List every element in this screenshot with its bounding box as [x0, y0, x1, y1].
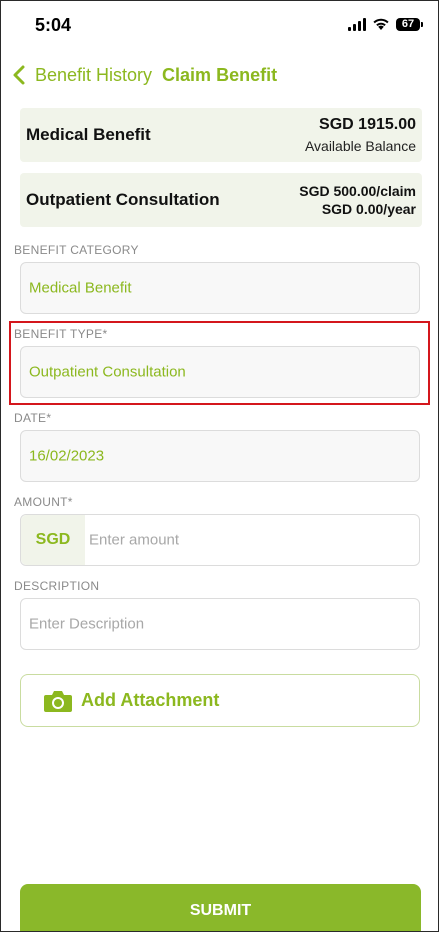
add-attachment-label: Add Attachment [81, 690, 220, 710]
camera-icon [44, 690, 72, 712]
amount-label: AMOUNT* [14, 495, 73, 509]
balance-card-medical: Medical Benefit SGD 1915.00 Available Ba… [20, 108, 422, 162]
status-icons: 67 [348, 17, 423, 31]
page-title: Claim Benefit [162, 64, 278, 85]
back-button[interactable]: Benefit History [35, 65, 152, 86]
balance-card-values: SGD 500.00/claim SGD 0.00/year [299, 182, 416, 218]
benefit-category-select[interactable]: Medical Benefit [20, 262, 420, 314]
description-field[interactable]: Enter Description [20, 598, 420, 650]
benefit-type-value: Outpatient Consultation [29, 363, 186, 381]
battery-icon: 67 [396, 17, 423, 31]
balance-amount: SGD 1915.00 [319, 116, 416, 133]
per-claim-limit: SGD 500.00/claim [299, 183, 416, 199]
balance-card-outpatient: Outpatient Consultation SGD 500.00/claim… [20, 173, 422, 227]
benefit-type-label: BENEFIT TYPE* [14, 327, 108, 341]
status-time: 5:04 [35, 15, 72, 35]
benefit-category-label: BENEFIT CATEGORY [14, 243, 139, 257]
description-label: DESCRIPTION [14, 579, 100, 593]
description-input[interactable]: Enter Description [29, 616, 144, 633]
currency-prefix: SGD [21, 515, 85, 565]
date-value: 16/02/2023 [29, 447, 105, 465]
balance-caption: Available Balance [304, 138, 416, 154]
signal-icon [348, 17, 366, 31]
battery-level: 67 [401, 18, 415, 30]
chevron-left-icon[interactable] [11, 64, 27, 86]
nav-header: Benefit History Claim Benefit [11, 61, 277, 89]
benefit-category-value: Medical Benefit [29, 279, 132, 297]
amount-input[interactable]: Enter amount [89, 532, 179, 549]
balance-card-values: SGD 1915.00 Available Balance [305, 114, 416, 156]
date-field[interactable]: 16/02/2023 [20, 430, 420, 482]
add-attachment-button[interactable]: Add Attachment [20, 674, 420, 727]
amount-field[interactable]: SGD Enter amount [20, 514, 420, 566]
per-year-limit: SGD 0.00/year [321, 201, 416, 217]
balance-card-name: Outpatient Consultation [26, 190, 220, 209]
app-screen: 5:04 67 Benefit History Claim Benefit Me… [0, 0, 439, 932]
benefit-type-select[interactable]: Outpatient Consultation [20, 346, 420, 398]
date-label: DATE* [14, 411, 52, 425]
submit-button[interactable]: SUBMIT [20, 884, 421, 931]
wifi-icon [373, 18, 389, 30]
balance-card-name: Medical Benefit [26, 125, 151, 144]
